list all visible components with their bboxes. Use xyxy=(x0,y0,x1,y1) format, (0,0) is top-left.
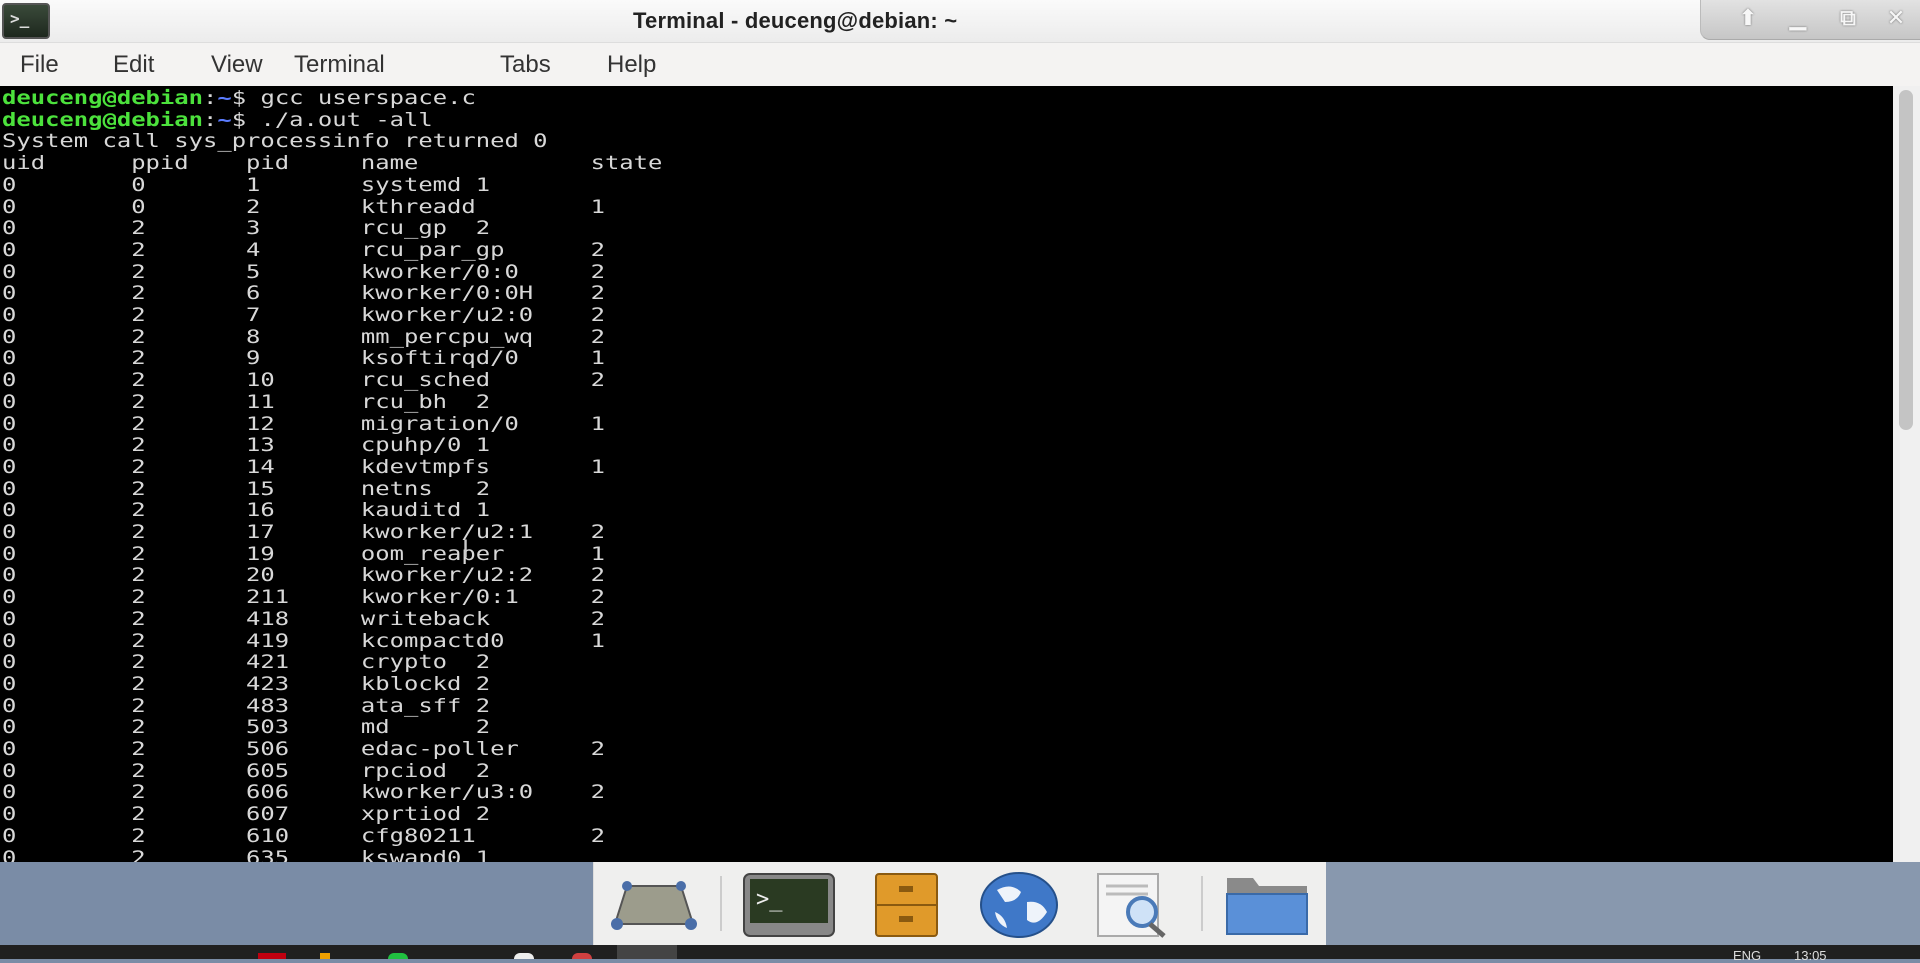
menu-edit[interactable]: Edit xyxy=(113,51,154,79)
table-row: 0 2 606 kworker/u3:0 2 xyxy=(2,781,605,804)
scrollbar[interactable] xyxy=(1893,86,1920,862)
scrollbar-thumb[interactable] xyxy=(1899,90,1913,430)
taskbar-app-icon[interactable] xyxy=(320,953,330,959)
table-row: 0 2 503 md 2 xyxy=(2,716,491,739)
table-row: 0 2 8 mm_percpu_wq 2 xyxy=(2,325,605,348)
taskbar-app-icon[interactable] xyxy=(388,953,408,959)
folder-icon[interactable] xyxy=(1223,872,1311,938)
up-arrow-icon[interactable]: ⬆ xyxy=(1731,6,1765,34)
table-row: 0 2 10 rcu_sched 2 xyxy=(2,369,605,392)
menu-bar: File Edit View Terminal Tabs Help xyxy=(0,43,1920,86)
clock[interactable]: 13:05 xyxy=(1794,948,1827,963)
table-row: 0 0 2 kthreadd 1 xyxy=(2,195,605,218)
table-row: 0 2 5 kworker/0:0 2 xyxy=(2,260,605,283)
table-row: 0 2 4 rcu_par_gp 2 xyxy=(2,238,605,261)
terminal-app-icon[interactable]: >_ xyxy=(2,3,50,39)
desktop-background xyxy=(1326,862,1920,945)
table-row: 0 2 607 xprtiod 2 xyxy=(2,803,491,826)
menu-help[interactable]: Help xyxy=(607,51,656,79)
table-row: 0 0 1 systemd 1 xyxy=(2,173,491,196)
table-row: 0 2 605 rpciod 2 xyxy=(2,759,491,782)
file-cabinet-icon[interactable] xyxy=(873,872,940,938)
table-row: 0 2 11 rcu_bh 2 xyxy=(2,390,491,413)
dock: >_ xyxy=(593,862,1326,945)
dock-separator xyxy=(1201,876,1203,931)
table-row: 0 2 12 migration/0 1 xyxy=(2,412,605,435)
web-browser-globe-icon[interactable] xyxy=(977,872,1061,938)
menu-view[interactable]: View xyxy=(211,51,263,79)
table-row: 0 2 635 kswapd0 1 xyxy=(2,846,491,863)
text-cursor-icon: I xyxy=(462,535,470,563)
terminal-output[interactable]: deuceng@debian:~$ gcc userspace.c deucen… xyxy=(0,86,1893,862)
command-line: deuceng@debian:~$ ./a.out -all xyxy=(2,108,433,131)
prompt-dir: ~ xyxy=(217,87,232,109)
taskbar-active-app[interactable] xyxy=(617,945,677,959)
menu-terminal[interactable]: Terminal xyxy=(294,51,385,79)
table-row: 0 2 15 netns 2 xyxy=(2,477,491,500)
table-row: 0 2 13 cpuhp/0 1 xyxy=(2,434,491,457)
taskbar-app-icon[interactable] xyxy=(258,953,286,959)
dock-separator xyxy=(720,876,722,931)
minimize-icon[interactable]: ▁ xyxy=(1781,6,1815,34)
taskbar-app-icon[interactable] xyxy=(514,953,534,959)
table-row: 0 2 6 kworker/0:0H 2 xyxy=(2,282,605,305)
table-row: 0 2 7 kworker/u2:0 2 xyxy=(2,304,605,326)
table-row: 0 2 16 kauditd 1 xyxy=(2,499,491,522)
table-row: 0 2 20 kworker/u2:2 2 xyxy=(2,564,605,587)
close-icon[interactable]: ✕ xyxy=(1879,6,1913,34)
table-row: 0 2 9 ksoftirqd/0 1 xyxy=(2,347,605,370)
language-indicator[interactable]: ENG xyxy=(1733,948,1761,963)
svg-text:>_: >_ xyxy=(756,887,783,912)
drive-icon[interactable] xyxy=(609,872,699,938)
document-viewer-icon[interactable] xyxy=(1094,872,1179,938)
prompt-dir: ~ xyxy=(217,108,232,131)
table-row: 0 2 14 kdevtmpfs 1 xyxy=(2,455,605,478)
command-line: deuceng@debian:~$ gcc userspace.c xyxy=(2,87,476,109)
table-row: 0 2 419 kcompactd0 1 xyxy=(2,629,605,652)
window-title: Terminal - deuceng@debian: ~ xyxy=(633,8,958,33)
table-row: 0 2 506 edac-poller 2 xyxy=(2,738,605,760)
prompt-user: deuceng@debian xyxy=(2,108,203,131)
menu-file[interactable]: File xyxy=(20,51,59,79)
terminal-icon[interactable]: >_ xyxy=(742,872,836,938)
taskbar-app-icon[interactable] xyxy=(572,953,592,959)
table-row: 0 2 211 kworker/0:1 2 xyxy=(2,586,605,609)
table-row: 0 2 3 rcu_gp 2 xyxy=(2,217,491,240)
table-row: 0 2 418 writeback 2 xyxy=(2,607,605,630)
taskbar: ENG 13:05 xyxy=(0,945,1920,963)
table-row: 0 2 483 ata_sff 2 xyxy=(2,694,491,717)
prompt-user: deuceng@debian xyxy=(2,87,203,109)
output-line: System call sys_processinfo returned 0 xyxy=(2,130,548,153)
restore-icon[interactable]: ⧉ xyxy=(1831,6,1865,34)
command-text: gcc userspace.c xyxy=(260,87,476,109)
table-row: 0 2 421 crypto 2 xyxy=(2,651,491,674)
menu-tabs[interactable]: Tabs xyxy=(500,51,551,79)
command-text: ./a.out -all xyxy=(260,108,433,131)
table-row: 0 2 19 oom_reaper 1 xyxy=(2,542,605,565)
table-row: 0 2 423 kblockd 2 xyxy=(2,672,491,695)
table-row: 0 2 17 kworker/u2:1 2 xyxy=(2,521,605,543)
table-header: uid ppid pid name state xyxy=(2,152,663,175)
title-bar: >_ Terminal - deuceng@debian: ~ ⬆ ▁ ⧉ ✕ xyxy=(0,0,1920,43)
table-row: 0 2 610 cfg80211 2 xyxy=(2,824,605,847)
window-controls: ⬆ ▁ ⧉ ✕ xyxy=(1700,0,1920,40)
